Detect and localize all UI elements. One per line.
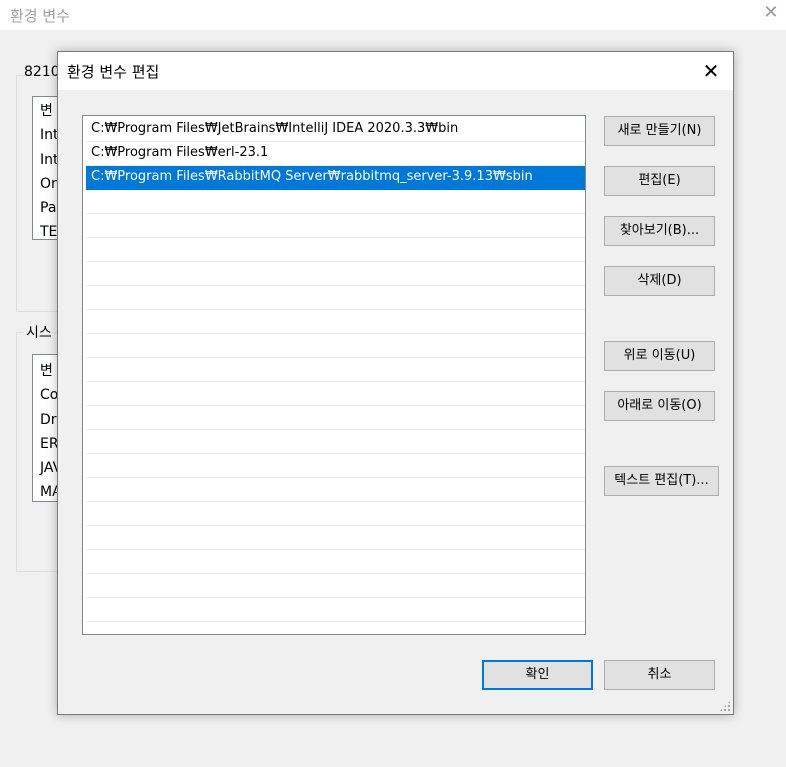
path-item-empty[interactable] bbox=[86, 406, 585, 430]
resize-grip-icon[interactable] bbox=[719, 700, 731, 712]
list-header[interactable]: 변 bbox=[40, 360, 53, 380]
list-item[interactable]: Pa bbox=[40, 200, 56, 216]
list-item[interactable]: TE bbox=[40, 224, 57, 239]
path-item-empty[interactable] bbox=[86, 190, 585, 214]
path-item-empty[interactable] bbox=[86, 526, 585, 550]
move-up-button[interactable]: 위로 이동(U) bbox=[604, 341, 715, 371]
path-item-empty[interactable] bbox=[86, 214, 585, 238]
path-list[interactable]: C:₩Program Files₩JetBrains₩IntelliJ IDEA… bbox=[82, 115, 586, 635]
list-item[interactable]: ER bbox=[40, 436, 59, 452]
path-item-empty[interactable] bbox=[86, 286, 585, 310]
path-item-empty[interactable] bbox=[86, 262, 585, 286]
move-down-button[interactable]: 아래로 이동(O) bbox=[604, 391, 715, 421]
close-icon[interactable]: ✕ bbox=[698, 58, 724, 84]
path-item-empty[interactable] bbox=[86, 430, 585, 454]
browse-button[interactable]: 찾아보기(B)... bbox=[604, 216, 715, 246]
path-item-empty[interactable] bbox=[86, 382, 585, 406]
path-item-empty[interactable] bbox=[86, 478, 585, 502]
path-item-empty[interactable] bbox=[86, 238, 585, 262]
path-item-empty[interactable] bbox=[86, 502, 585, 526]
background-window-title: 환경 변수 bbox=[10, 7, 70, 25]
path-item-empty[interactable] bbox=[86, 310, 585, 334]
path-item-empty[interactable] bbox=[86, 454, 585, 478]
cancel-button[interactable]: 취소 bbox=[604, 660, 715, 690]
list-header[interactable]: 변 bbox=[40, 100, 53, 120]
ok-button[interactable]: 확인 bbox=[482, 660, 593, 690]
path-item-empty[interactable] bbox=[86, 574, 585, 598]
path-item[interactable]: C:₩Program Files₩erl-23.1 bbox=[86, 142, 585, 166]
close-icon[interactable]: ✕ bbox=[760, 2, 782, 24]
dialog-title: 환경 변수 편집 bbox=[67, 63, 160, 81]
background-window-titlebar: 환경 변수 ✕ bbox=[0, 0, 786, 30]
path-item-empty[interactable] bbox=[86, 334, 585, 358]
dialog-titlebar: 환경 변수 편집 ✕ bbox=[58, 52, 733, 90]
path-item[interactable]: C:₩Program Files₩JetBrains₩IntelliJ IDEA… bbox=[86, 118, 585, 142]
delete-button[interactable]: 삭제(D) bbox=[604, 266, 715, 296]
edit-text-button[interactable]: 텍스트 편집(T)... bbox=[604, 466, 719, 496]
list-item[interactable]: Dr bbox=[40, 412, 57, 428]
edit-button[interactable]: 편집(E) bbox=[604, 166, 715, 196]
path-item-empty[interactable] bbox=[86, 550, 585, 574]
user-variables-label: 8210 bbox=[24, 64, 60, 80]
list-item[interactable]: Int bbox=[40, 127, 59, 143]
system-variables-label: 시스 bbox=[24, 322, 54, 342]
path-item[interactable]: C:₩Program Files₩RabbitMQ Server₩rabbitm… bbox=[86, 166, 585, 190]
list-item[interactable]: Co bbox=[40, 387, 58, 403]
new-button[interactable]: 새로 만들기(N) bbox=[604, 116, 715, 146]
path-item-empty[interactable] bbox=[86, 598, 585, 622]
path-item-empty[interactable] bbox=[86, 358, 585, 382]
list-item[interactable]: Int bbox=[40, 152, 59, 168]
edit-environment-variable-dialog: 환경 변수 편집 ✕ C:₩Program Files₩JetBrains₩In… bbox=[57, 51, 734, 715]
